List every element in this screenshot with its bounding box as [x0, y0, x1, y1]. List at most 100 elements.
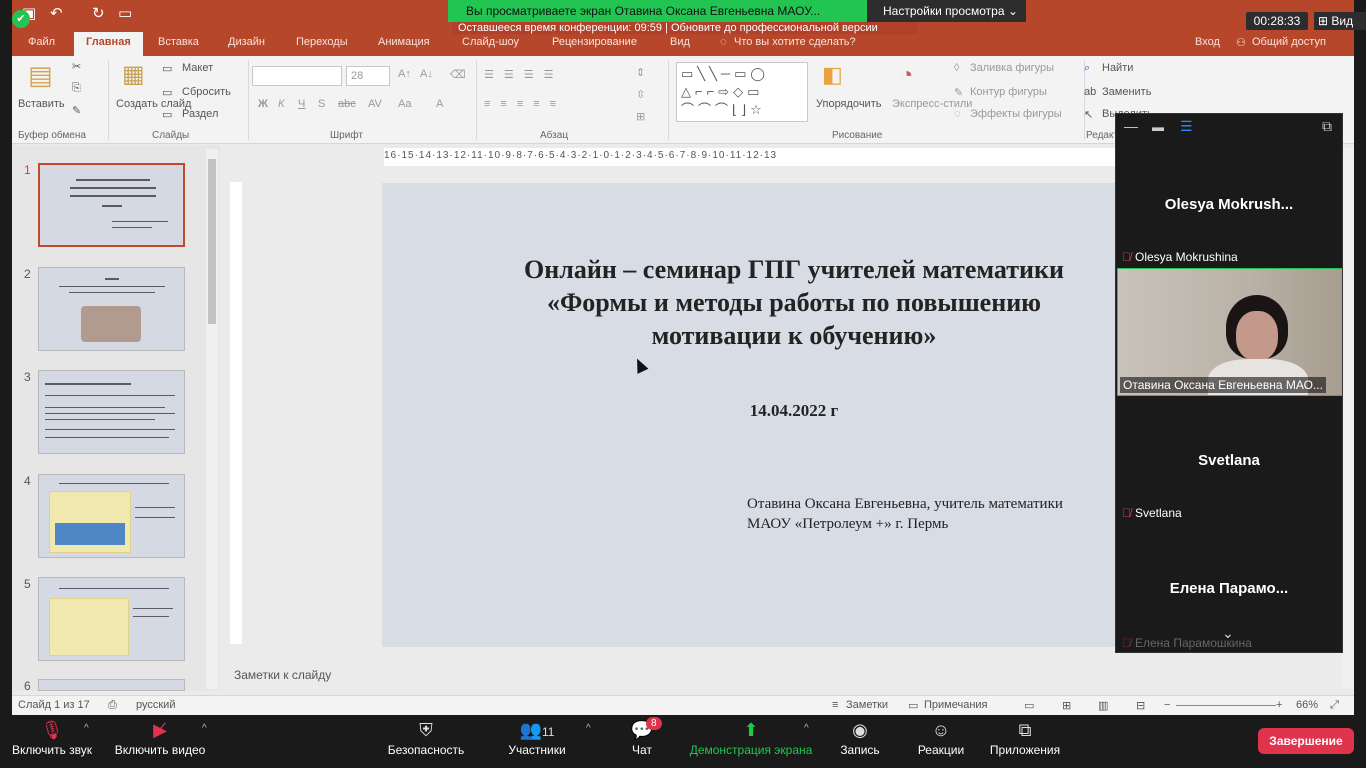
tab-animation[interactable]: Анимация: [378, 36, 430, 48]
slide-thumbnail[interactable]: [38, 577, 185, 661]
notes-toggle[interactable]: Заметки: [846, 699, 888, 711]
format-painter-icon[interactable]: ✎: [72, 104, 81, 117]
reactions-button[interactable]: ☺ Реакции: [914, 715, 968, 768]
normal-view-icon[interactable]: ▭: [1024, 699, 1034, 712]
shape-effects-button[interactable]: Эффекты фигуры: [970, 108, 1062, 120]
zoom-slider[interactable]: [1176, 705, 1276, 706]
unmute-button[interactable]: 🎙 Включить звук: [8, 715, 96, 768]
gallery-view-icon[interactable]: ☰: [1180, 118, 1193, 135]
slide-thumbnail[interactable]: [38, 474, 185, 558]
slide-thumbnail[interactable]: [38, 679, 185, 691]
slide-title[interactable]: Онлайн – семинар ГПГ учителей математики…: [482, 253, 1106, 352]
fit-slide-icon[interactable]: ⤢: [1330, 699, 1339, 712]
clear-format-icon[interactable]: ⌫: [450, 68, 466, 81]
share-button[interactable]: Общий доступ: [1252, 36, 1326, 48]
tab-file[interactable]: Файл: [28, 36, 55, 48]
zoom-level[interactable]: 66%: [1296, 699, 1318, 711]
slide-thumbnail[interactable]: [38, 370, 185, 454]
strikethrough-icon[interactable]: abc: [338, 98, 356, 110]
slide-thumbnail[interactable]: [38, 267, 185, 351]
spellcheck-icon[interactable]: ⎙: [108, 699, 117, 712]
tab-home[interactable]: Главная: [74, 32, 143, 56]
participants-options-caret[interactable]: ^: [586, 723, 591, 734]
view-settings-dropdown[interactable]: Настройки просмотра ⌄: [867, 0, 1026, 22]
security-shield-icon[interactable]: ✔: [12, 10, 30, 28]
find-button[interactable]: Найти: [1102, 62, 1133, 74]
italic-icon[interactable]: К: [278, 98, 284, 110]
start-video-button[interactable]: ▶̸ Включить видео: [112, 715, 208, 768]
tab-design[interactable]: Дизайн: [228, 36, 265, 48]
minimize-icon[interactable]: —: [1124, 118, 1138, 134]
sign-in-link[interactable]: Вход: [1195, 36, 1220, 48]
shadow-icon[interactable]: S: [318, 98, 325, 110]
text-direction-icon[interactable]: ⇕: [636, 66, 645, 79]
font-family-select[interactable]: [252, 66, 342, 86]
slide-date[interactable]: 14.04.2022 г: [482, 401, 1106, 421]
sorter-view-icon[interactable]: ⊞: [1062, 699, 1071, 712]
participants-button[interactable]: 👥11 Участники: [506, 715, 568, 768]
video-options-caret[interactable]: ^: [202, 723, 207, 734]
reading-view-icon[interactable]: ▥: [1098, 699, 1108, 712]
underline-icon[interactable]: Ч: [298, 98, 305, 110]
apps-button[interactable]: ⧉ Приложения: [986, 715, 1064, 768]
font-color-icon[interactable]: A: [436, 98, 443, 110]
align-icons[interactable]: ≡≡≡≡≡: [484, 98, 566, 110]
new-slide-button[interactable]: Создать слайд: [116, 98, 191, 110]
slideshow-view-icon[interactable]: ⊟: [1136, 699, 1145, 712]
pop-out-icon[interactable]: ⧉: [1322, 118, 1332, 135]
slide-scrollbar[interactable]: [1342, 148, 1354, 688]
scroll-down-icon[interactable]: ⌄: [1222, 625, 1234, 642]
shrink-font-icon[interactable]: A↓: [420, 68, 433, 80]
participant-video-tile[interactable]: Отавина Оксана Евгеньевна МАО...: [1117, 268, 1342, 396]
audio-options-caret[interactable]: ^: [84, 723, 89, 734]
security-button[interactable]: ⛨ Безопасность: [386, 715, 466, 768]
align-text-icon[interactable]: ⇳: [636, 88, 645, 101]
copy-icon[interactable]: ⎘: [72, 82, 81, 95]
tab-review[interactable]: Рецензирование: [552, 36, 637, 48]
end-meeting-button[interactable]: Завершение: [1258, 728, 1354, 754]
redo-icon[interactable]: ↻: [92, 4, 105, 22]
tab-slideshow[interactable]: Слайд-шоу: [462, 36, 519, 48]
slide-thumbnail[interactable]: [38, 163, 185, 247]
undo-icon[interactable]: ↶: [50, 4, 63, 22]
comments-toggle[interactable]: Примечания: [924, 699, 988, 711]
presenter-icon[interactable]: ▭: [118, 4, 132, 22]
language-indicator[interactable]: русский: [136, 699, 175, 711]
arrange-button[interactable]: Упорядочить: [816, 98, 881, 110]
grow-font-icon[interactable]: A↑: [398, 68, 411, 80]
cut-icon[interactable]: ✂: [72, 60, 81, 73]
shapes-gallery[interactable]: ▭╲╲─▭◯ △⌐⌐⇨◇▭ ⌒⌒⌒⌊⌋☆: [676, 62, 808, 122]
change-case-icon[interactable]: Aa: [398, 98, 411, 110]
share-options-caret[interactable]: ^: [804, 723, 809, 734]
record-button[interactable]: ◉ Запись: [836, 715, 884, 768]
shape-fill-button[interactable]: Заливка фигуры: [970, 62, 1054, 74]
section-button[interactable]: Раздел: [182, 108, 218, 120]
tab-insert[interactable]: Вставка: [158, 36, 199, 48]
notes-pane[interactable]: Заметки к слайду: [234, 668, 331, 682]
view-button[interactable]: ⊞ Вид: [1314, 12, 1366, 30]
share-screen-button[interactable]: ⬆ Демонстрация экрана: [688, 715, 814, 768]
participant-tile[interactable]: Olesya Mokrush... 🎙̸ Olesya Mokrushina: [1116, 140, 1342, 268]
slide-canvas[interactable]: Онлайн – семинар ГПГ учителей математики…: [382, 183, 1126, 647]
tab-view[interactable]: Вид: [670, 36, 690, 48]
smartart-icon[interactable]: ⊞: [636, 110, 645, 123]
spacing-icon[interactable]: AV: [368, 98, 382, 110]
bold-icon[interactable]: Ж: [258, 98, 268, 110]
layout-button[interactable]: Макет: [182, 62, 213, 74]
tell-me-input[interactable]: Что вы хотите сделать?: [734, 36, 856, 48]
zoom-in-icon[interactable]: +: [1276, 699, 1282, 711]
single-view-icon[interactable]: ▬: [1152, 120, 1164, 134]
tab-transitions[interactable]: Переходы: [296, 36, 348, 48]
participant-tile[interactable]: Елена Парамо... 🎙̸ Елена Парамошкина ⌄: [1116, 524, 1342, 652]
list-icons[interactable]: ☰☰☰☰: [484, 68, 563, 81]
thumbnails-scrollbar[interactable]: [206, 149, 218, 689]
paste-button[interactable]: Вставить: [18, 98, 65, 110]
reset-button[interactable]: Сбросить: [182, 86, 231, 98]
replace-button[interactable]: Заменить: [1102, 86, 1151, 98]
scroll-thumb[interactable]: [208, 159, 216, 324]
zoom-out-icon[interactable]: −: [1164, 699, 1170, 711]
slide-author[interactable]: Отавина Оксана Евгеньевна, учитель матем…: [747, 494, 1127, 534]
participant-tile[interactable]: Svetlana 🎙̸ Svetlana: [1116, 396, 1342, 524]
shape-outline-button[interactable]: Контур фигуры: [970, 86, 1047, 98]
font-size-select[interactable]: 28: [346, 66, 390, 86]
